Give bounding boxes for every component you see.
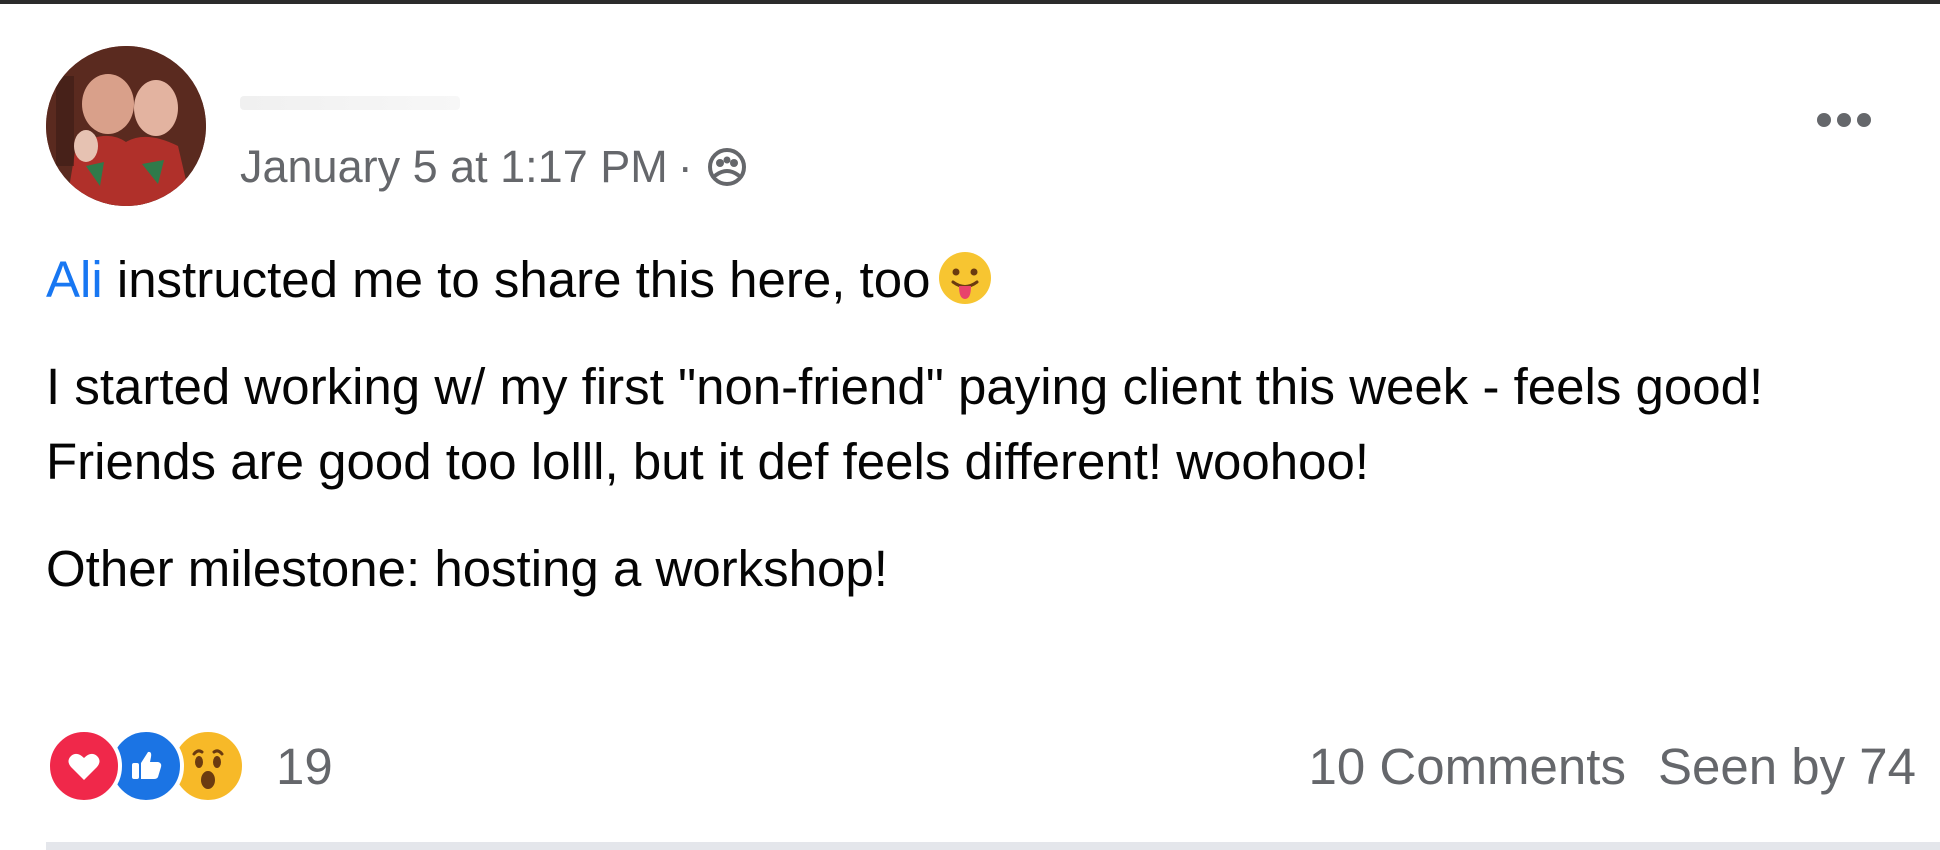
post-body: Ali instructed me to share this here, to… (46, 242, 1886, 638)
meta-separator: · (677, 141, 693, 192)
love-reaction-icon (46, 728, 122, 804)
post-paragraph-1: Ali instructed me to share this here, to… (46, 242, 1886, 317)
avatar-image (46, 46, 206, 206)
post-footer: 19 10 Comments Seen by 74 (46, 726, 1916, 806)
author-avatar[interactable] (46, 46, 206, 206)
post-stats: 10 Comments Seen by 74 (1308, 737, 1916, 796)
comments-count-link[interactable]: 10 Comments (1308, 737, 1625, 796)
post-meta: January 5 at 1:17 PM · (240, 141, 751, 193)
tongue-out-emoji-icon (936, 249, 994, 307)
more-horizontal-icon (1817, 113, 1871, 127)
reactions-summary[interactable]: 19 (46, 728, 333, 804)
members-group-icon[interactable] (703, 143, 751, 191)
bottom-divider (46, 842, 1940, 850)
post-timestamp[interactable]: January 5 at 1:17 PM (240, 141, 668, 193)
more-options-button[interactable] (1802, 100, 1886, 140)
seen-by-link[interactable]: Seen by 74 (1658, 737, 1916, 796)
paragraph-1-text: instructed me to share this here, too (102, 251, 931, 308)
author-name[interactable] (240, 96, 460, 110)
post-card: January 5 at 1:17 PM · Ali instructed me… (0, 4, 1940, 846)
mention-link[interactable]: Ali (46, 251, 103, 308)
post-paragraph-2: I started working w/ my first "non-frien… (46, 358, 1764, 490)
post-paragraph-3: Other milestone: hosting a workshop! (46, 540, 888, 597)
reaction-count: 19 (276, 737, 333, 795)
